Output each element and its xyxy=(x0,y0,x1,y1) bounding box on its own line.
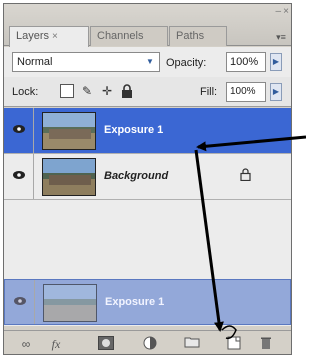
opacity-label: Opacity: xyxy=(166,57,207,69)
eye-icon[interactable] xyxy=(13,296,27,308)
new-group-icon[interactable] xyxy=(184,336,200,352)
minimize-icon[interactable]: – xyxy=(275,6,281,17)
dragging-layer-row[interactable]: Exposure 1 xyxy=(4,279,291,325)
eye-icon[interactable] xyxy=(12,170,26,182)
layers-toolbar: ∞ fx xyxy=(4,330,291,354)
layer-row[interactable]: Background xyxy=(4,154,291,200)
lock-icon xyxy=(240,168,251,184)
fill-label: Fill: xyxy=(200,86,218,98)
adjustment-layer-icon[interactable] xyxy=(142,336,158,352)
new-layer-icon[interactable] xyxy=(226,336,242,352)
fill-slider-button[interactable]: ▶ xyxy=(270,83,282,101)
visibility-column xyxy=(5,280,35,324)
layers-panel: – × Layers × Channels Paths ▾≡ Normal ▼ O… xyxy=(3,3,292,355)
layer-name[interactable]: Exposure 1 xyxy=(104,124,163,136)
layer-thumbnail xyxy=(42,112,96,150)
tab-bar: – × Layers × Channels Paths ▾≡ xyxy=(4,4,291,47)
tab-channels-label: Channels xyxy=(97,30,144,42)
trash-icon[interactable] xyxy=(258,336,274,352)
fill-input[interactable]: 100% xyxy=(226,82,266,102)
lock-image-icon[interactable]: ✎ xyxy=(80,84,94,98)
link-layers-icon[interactable]: ∞ xyxy=(18,336,34,352)
tab-paths[interactable]: Paths xyxy=(169,26,227,46)
lock-label: Lock: xyxy=(12,86,39,98)
fx-icon[interactable]: fx xyxy=(48,336,64,352)
layer-thumbnail xyxy=(43,284,97,322)
lock-all-icon[interactable] xyxy=(120,84,134,98)
layer-name[interactable]: Background xyxy=(104,170,168,182)
opacity-slider-button[interactable]: ▶ xyxy=(270,53,282,71)
chevron-down-icon[interactable]: ▼ xyxy=(143,54,157,70)
blend-mode-value: Normal xyxy=(17,56,53,68)
layer-row[interactable]: Exposure 1 xyxy=(4,108,291,154)
lock-transparent-icon[interactable] xyxy=(60,84,74,98)
lock-position-icon[interactable]: ✛ xyxy=(100,84,114,98)
add-mask-icon[interactable] xyxy=(98,336,114,352)
close-icon[interactable]: × xyxy=(283,6,289,17)
blend-opacity-row: Normal ▼ Opacity: 100% ▶ xyxy=(4,47,291,77)
layers-list: Exposure 1 Background Exposure 1 xyxy=(4,108,291,326)
layer-thumbnail xyxy=(42,158,96,196)
visibility-column xyxy=(4,154,34,199)
tab-layers-label: Layers xyxy=(16,30,50,42)
layer-name[interactable]: Exposure 1 xyxy=(105,296,164,308)
lock-fill-row: Lock: ✎ ✛ Fill: 100% ▶ xyxy=(4,77,291,107)
visibility-column xyxy=(4,108,34,153)
tab-paths-label: Paths xyxy=(176,30,205,42)
panel-menu-icon[interactable]: ▾≡ xyxy=(275,32,287,42)
eye-icon[interactable] xyxy=(12,124,26,136)
tab-layers[interactable]: Layers × xyxy=(9,26,89,47)
tab-channels[interactable]: Channels xyxy=(90,26,168,46)
blend-mode-select[interactable]: Normal ▼ xyxy=(12,52,160,72)
opacity-input[interactable]: 100% xyxy=(226,52,266,72)
tab-close-icon[interactable]: × xyxy=(52,31,58,42)
